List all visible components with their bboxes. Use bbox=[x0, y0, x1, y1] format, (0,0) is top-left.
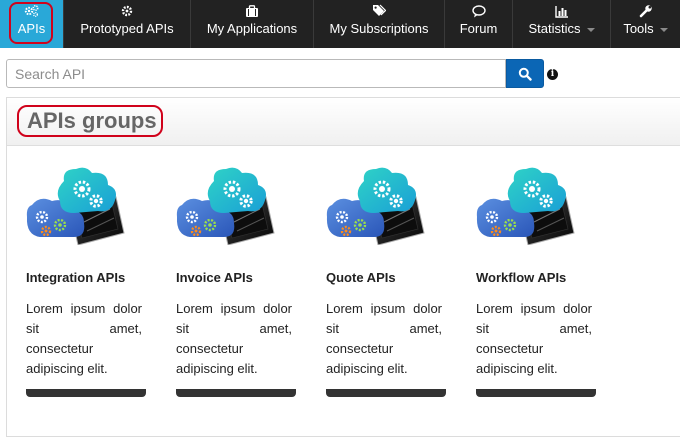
nav-item-forum[interactable]: Forum bbox=[445, 0, 513, 48]
highlight-box bbox=[9, 2, 53, 44]
card-description: Lorem ipsum dolor sit amet, consectetur … bbox=[326, 301, 442, 376]
tags-icon bbox=[372, 1, 386, 21]
cloud-gears-icon bbox=[26, 167, 128, 245]
card-title[interactable]: Workflow APIs bbox=[476, 270, 566, 285]
nav-item-tools[interactable]: Tools bbox=[611, 0, 680, 48]
nav-item-my-subscriptions[interactable]: My Subscriptions bbox=[314, 0, 445, 48]
search-icon bbox=[518, 67, 532, 81]
briefcase-icon bbox=[245, 1, 259, 21]
search-button[interactable] bbox=[506, 59, 544, 88]
card-bottom-bar bbox=[176, 389, 296, 397]
cloud-gears-icon bbox=[326, 167, 428, 245]
nav-label: Forum bbox=[459, 21, 498, 36]
card-bottom-bar bbox=[26, 389, 146, 397]
card-title[interactable]: Integration APIs bbox=[26, 270, 125, 285]
card-title[interactable]: Invoice APIs bbox=[176, 270, 253, 285]
info-icon[interactable]: i bbox=[547, 69, 558, 80]
nav-item-apis[interactable]: APIs bbox=[0, 0, 64, 48]
nav-item-my-applications[interactable]: My Applications bbox=[191, 0, 314, 48]
panel-header: APIs groups bbox=[7, 98, 680, 146]
nav-item-prototyped-apis[interactable]: Prototyped APIs bbox=[64, 0, 191, 48]
nav-label: Tools bbox=[623, 21, 668, 36]
nav-label: Statistics bbox=[528, 21, 595, 36]
gear-icon bbox=[121, 1, 133, 21]
card-title[interactable]: Quote APIs bbox=[326, 270, 396, 285]
card-bottom-bar bbox=[326, 389, 446, 397]
nav-item-statistics[interactable]: Statistics bbox=[513, 0, 611, 48]
search-input[interactable] bbox=[6, 59, 506, 88]
cloud-gears-icon bbox=[176, 167, 278, 245]
api-groups-panel: APIs groups bbox=[6, 97, 680, 437]
chevron-down-icon bbox=[659, 27, 668, 32]
comment-icon bbox=[471, 1, 486, 21]
nav-label: Prototyped APIs bbox=[80, 21, 174, 36]
wrench-icon bbox=[639, 1, 653, 21]
card-description: Lorem ipsum dolor sit amet, consectetur … bbox=[476, 301, 592, 376]
nav-label: My Applications bbox=[206, 21, 298, 36]
card-bottom-bar bbox=[476, 389, 596, 397]
nav-label: My Subscriptions bbox=[329, 21, 429, 36]
bar-chart-icon bbox=[554, 1, 569, 21]
panel-title: APIs groups bbox=[17, 105, 163, 137]
card-description: Lorem ipsum dolor sit amet, consectetur … bbox=[26, 301, 142, 376]
cloud-gears-icon bbox=[476, 167, 578, 245]
chevron-down-icon bbox=[586, 27, 595, 32]
card-description: Lorem ipsum dolor sit amet, consectetur … bbox=[176, 301, 292, 376]
top-navbar: APIs Prototyped APIs My Applications My … bbox=[0, 0, 680, 48]
